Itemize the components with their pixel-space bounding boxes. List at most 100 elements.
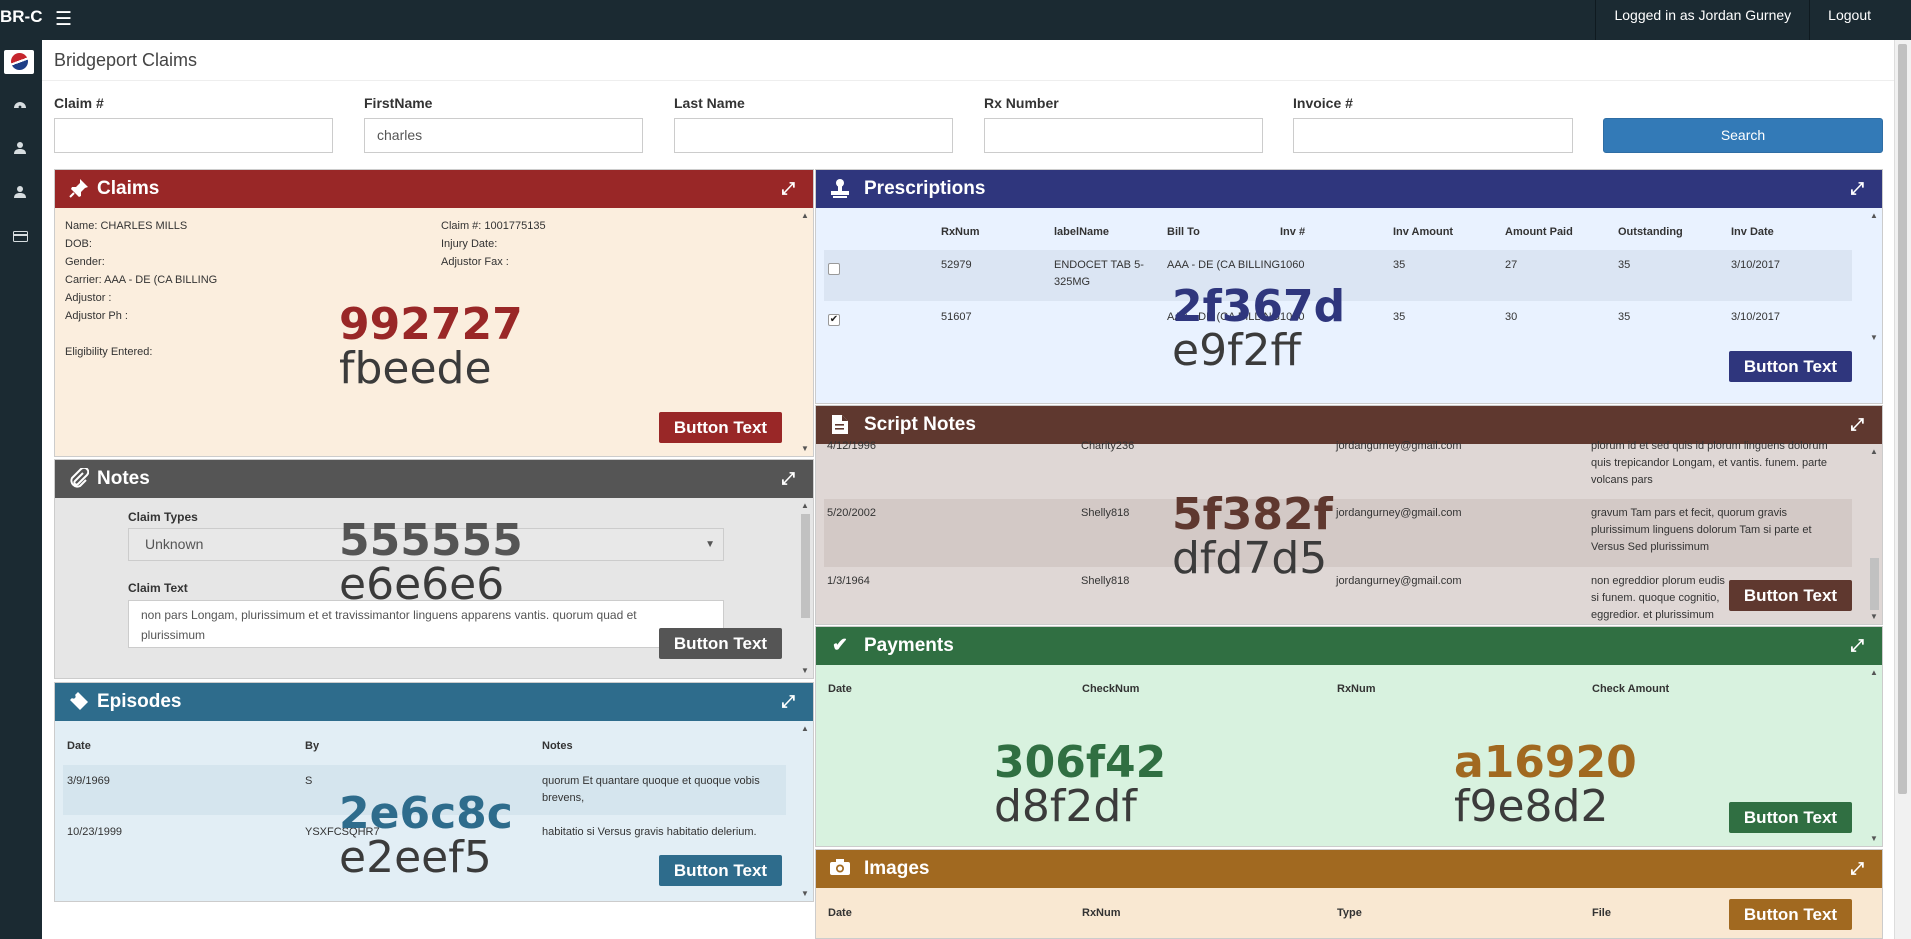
expand-icon[interactable]: ⤢ xyxy=(781,468,795,490)
page-title: Bridgeport Claims xyxy=(54,50,198,70)
expand-icon[interactable]: ⤢ xyxy=(1850,178,1864,200)
rx-col-invdate: Inv Date xyxy=(1731,226,1774,238)
images-action-button[interactable]: Button Text xyxy=(1729,899,1852,930)
images-panel: Images ⤢ Date RxNum Type File Button Tex… xyxy=(815,849,1883,939)
rx-col-billto: Bill To xyxy=(1167,226,1200,238)
claim-number-input[interactable] xyxy=(54,118,333,153)
row-checkbox[interactable] xyxy=(828,263,840,275)
rx-labelname-line-2: 325MG xyxy=(1054,276,1091,288)
note-email: jordangurney@gmail.com xyxy=(1336,507,1462,519)
row-checkbox[interactable]: ✔ xyxy=(828,314,840,326)
rx-invdate: 3/10/2017 xyxy=(1731,259,1780,271)
rx-col-rxnum: RxNum xyxy=(941,226,980,238)
hamburger-menu-icon[interactable]: ☰ xyxy=(55,8,72,31)
prescriptions-scrollbar[interactable]: ▲ ▼ xyxy=(1867,208,1882,345)
page-scrollbar[interactable] xyxy=(1894,40,1911,939)
notes-panel: Notes ⤢ Claim Types Unknown ▼ Claim Text… xyxy=(54,459,814,679)
payments-panel-header: ✔ Payments ⤢ xyxy=(816,627,1882,665)
prescriptions-action-button[interactable]: Button Text xyxy=(1729,351,1852,382)
note-text-line-2: quis trepicandor Longam, et vantis. fune… xyxy=(1591,457,1828,469)
table-row[interactable]: 4/12/1996 Charity236 jordangurney@gmail.… xyxy=(816,432,1852,486)
episodes-action-button[interactable]: Button Text xyxy=(659,855,782,886)
expand-icon[interactable]: ⤢ xyxy=(781,691,795,713)
claim-name: Name: CHARLES MILLS xyxy=(65,220,188,232)
last-name-label: Last Name xyxy=(674,95,745,111)
rx-number-input[interactable] xyxy=(984,118,1263,153)
notes-panel-header: Notes ⤢ xyxy=(55,460,813,498)
episode-notes-line-1: quorum Et quantare quoque et quoque vobi… xyxy=(542,775,760,787)
notes-accent-hex: 555555 xyxy=(339,515,523,566)
app-logo[interactable] xyxy=(4,50,34,74)
claims-action-button[interactable]: Button Text xyxy=(659,412,782,443)
claim-types-label: Claim Types xyxy=(128,510,198,524)
script-notes-scroll-thumb[interactable] xyxy=(1870,558,1879,610)
payments-col-checkamount: Check Amount xyxy=(1592,683,1670,695)
payments-action-button[interactable]: Button Text xyxy=(1729,802,1852,833)
notes-panel-body: Claim Types Unknown ▼ Claim Text non par… xyxy=(55,498,813,678)
table-row[interactable]: 5/20/2002 Shelly818 jordangurney@gmail.c… xyxy=(824,499,1852,567)
claim-adjustor-phone: Adjustor Ph : xyxy=(65,310,128,322)
user-icon[interactable] xyxy=(12,141,28,157)
claim-eligibility: Eligibility Entered: xyxy=(65,346,153,358)
rx-invdate: 3/10/2017 xyxy=(1731,311,1780,323)
payments-bg-hex: d8f2df xyxy=(994,781,1137,832)
expand-icon[interactable]: ⤢ xyxy=(1850,858,1864,880)
users-icon[interactable] xyxy=(12,185,28,201)
table-row[interactable]: 1/3/1964 Shelly818 jordangurney@gmail.co… xyxy=(816,567,1852,624)
first-name-input[interactable]: charles xyxy=(364,118,643,153)
expand-icon[interactable]: ⤢ xyxy=(781,178,795,200)
dashboard-icon[interactable] xyxy=(12,98,28,114)
rx-rxnum: 51607 xyxy=(941,311,972,323)
claim-number: Claim #: 1001775135 xyxy=(441,220,546,232)
script-notes-panel-body: 4/12/1996 Charity236 jordangurney@gmail.… xyxy=(816,440,1882,624)
paperclip-icon xyxy=(67,466,91,490)
expand-icon[interactable]: ⤢ xyxy=(1850,414,1864,436)
invoice-number-input[interactable] xyxy=(1293,118,1573,153)
prescriptions-panel-body: RxNum labelName Bill To Inv # Inv Amount… xyxy=(816,208,1882,403)
page-scroll-thumb[interactable] xyxy=(1898,44,1907,794)
episodes-scrollbar[interactable]: ▲ ▼ xyxy=(798,721,813,901)
logged-in-label[interactable]: Logged in as Jordan Gurney xyxy=(1595,0,1809,40)
note-user: Charity236 xyxy=(1081,440,1135,452)
note-text-line-3: Versus Sed plurissimum xyxy=(1591,541,1709,553)
script-notes-scrollbar[interactable]: ▲ ▼ xyxy=(1867,444,1882,624)
episode-notes-line-2: brevens, xyxy=(542,792,585,804)
note-date: 4/12/1996 xyxy=(827,440,876,452)
user-menu: Logged in as Jordan Gurney Logout xyxy=(1595,0,1889,40)
episodes-col-by: By xyxy=(305,740,320,752)
notes-scroll-thumb[interactable] xyxy=(801,514,810,618)
note-date: 5/20/2002 xyxy=(827,507,876,519)
expand-icon[interactable]: ⤢ xyxy=(1850,635,1864,657)
search-button[interactable]: Search xyxy=(1603,118,1883,153)
brand-logo-text[interactable]: BR-C xyxy=(0,7,43,27)
claim-adjustor-fax: Adjustor Fax : xyxy=(441,256,509,268)
episodes-bg-hex: e2eef5 xyxy=(339,832,492,883)
claims-panel-body: Name: CHARLES MILLS DOB: Gender: Carrier… xyxy=(55,208,813,456)
credit-card-icon[interactable] xyxy=(12,230,28,246)
title-divider xyxy=(42,80,1894,81)
rx-col-labelname: labelName xyxy=(1054,226,1110,238)
payments-scrollbar[interactable]: ▲ ▼ xyxy=(1867,665,1882,846)
payments-col-date: Date xyxy=(828,683,852,695)
episode-date: 3/9/1969 xyxy=(67,775,110,787)
notes-scrollbar[interactable]: ▲ ▼ xyxy=(798,498,813,678)
episodes-panel: Episodes ⤢ Date By Notes 3/9/1969 S quor… xyxy=(54,682,814,902)
script-notes-action-button[interactable]: Button Text xyxy=(1729,580,1852,611)
images-col-rxnum: RxNum xyxy=(1082,907,1121,919)
episodes-panel-title: Episodes xyxy=(97,691,182,712)
payments-accent-hex: 306f42 xyxy=(994,737,1167,788)
note-user: Shelly818 xyxy=(1081,575,1130,587)
claims-accent-hex: 992727 xyxy=(339,299,523,350)
payments-panel-title: Payments xyxy=(864,635,954,656)
images-col-date: Date xyxy=(828,907,852,919)
script-notes-bg-hex: dfd7d5 xyxy=(1172,533,1328,584)
claims-scrollbar[interactable]: ▲ ▼ xyxy=(798,208,813,456)
logout-link[interactable]: Logout xyxy=(1809,0,1889,40)
last-name-input[interactable] xyxy=(674,118,953,153)
notes-action-button[interactable]: Button Text xyxy=(659,628,782,659)
camera-icon xyxy=(828,858,852,880)
rx-col-invamount: Inv Amount xyxy=(1393,226,1454,238)
note-user: Shelly818 xyxy=(1081,507,1130,519)
script-notes-accent-hex: 5f382f xyxy=(1172,489,1333,540)
notes-panel-title: Notes xyxy=(97,468,150,489)
